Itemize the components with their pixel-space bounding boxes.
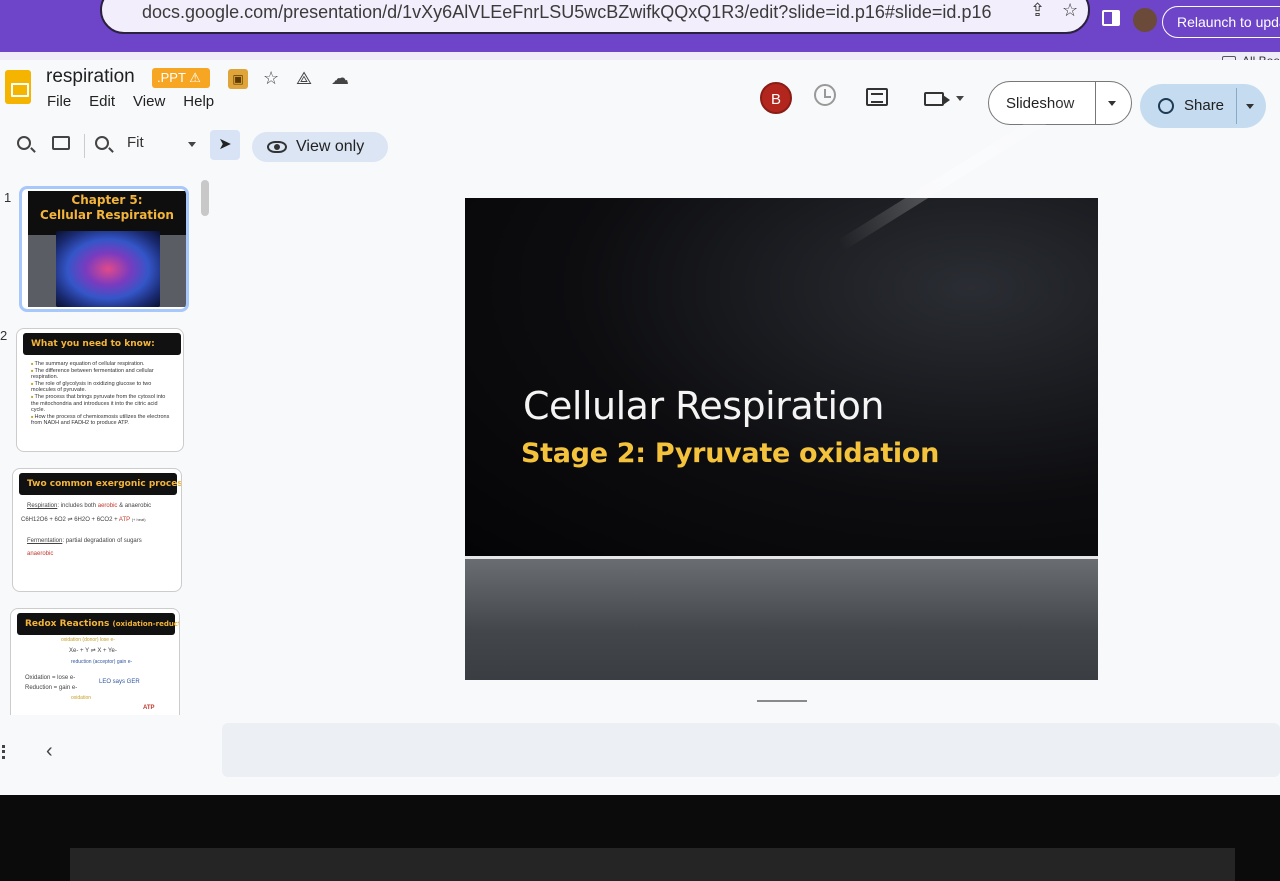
thumb-term: Fermentation [27, 538, 63, 544]
print-icon[interactable] [52, 136, 70, 150]
browser-toolbar: docs.google.com/presentation/d/1vXy6AlVL… [0, 0, 1280, 52]
laptop-hinge [70, 848, 1235, 881]
zoom-icon[interactable] [95, 136, 109, 150]
collapse-filmstrip-icon[interactable]: ‹ [46, 740, 53, 763]
thumb-line: LEO says GER [99, 679, 140, 685]
menu-bar: File Edit View Help [47, 93, 214, 110]
toolbar: Fit ➤ View only [0, 130, 1280, 164]
user-avatar[interactable]: B [760, 82, 792, 114]
slide-canvas[interactable]: Cellular Respiration Stage 2: Pyruvate o… [465, 198, 1098, 680]
meet-camera-icon[interactable] [924, 92, 950, 106]
toolbar-divider [84, 134, 85, 158]
zoom-dropdown-icon[interactable] [188, 142, 196, 147]
thumb-line: C6H12O6 + 6O2 ⇌ 6H2O + 6CO2 + ATP (+ hea… [21, 516, 146, 523]
thumb-heading-text: Redox Reactions [25, 619, 110, 629]
globe-icon [1158, 98, 1174, 114]
offline-icon[interactable]: ▣ [228, 69, 248, 89]
slide-thumbnail-4[interactable]: Redox Reactions (oxidation-reduction) ox… [10, 608, 180, 715]
thumb-text-red: ATP [118, 517, 131, 523]
version-history-icon[interactable] [814, 84, 836, 106]
search-icon[interactable] [17, 136, 31, 150]
thumb-text: : partial degradation of sugars [62, 538, 142, 544]
thumb-text: : includes both [57, 503, 97, 509]
slide-thumbnail-2[interactable]: What you need to know: The summary equat… [16, 328, 184, 452]
slide-thumbnail-3[interactable]: Two common exergonic processes: Respirat… [12, 468, 182, 592]
slide-subtitle: Stage 2: Pyruvate oxidation [521, 438, 940, 469]
thumb-heading: Two common exergonic processes: [19, 473, 181, 495]
view-only-button[interactable]: View only [252, 132, 388, 162]
thumb-line: Respiration: includes both aerobic & ana… [27, 503, 151, 509]
grid-view-icon[interactable] [2, 745, 10, 759]
thumb-line: oxidation [71, 695, 92, 701]
cloud-status-icon[interactable]: ☁ [331, 68, 349, 89]
thumb-line: anaerobic [27, 551, 54, 557]
thumb-title: Chapter 5: Cellular Respiration [28, 193, 186, 223]
zoom-select[interactable]: Fit [127, 134, 144, 151]
slide-title: Cellular Respiration [523, 384, 884, 428]
thumb-equation: C6H12O6 + 6O2 ⇌ 6H2O + 6CO2 + [21, 517, 118, 523]
browser-profile-avatar[interactable] [1133, 8, 1157, 32]
menu-help[interactable]: Help [183, 93, 214, 110]
share-divider [1236, 88, 1237, 124]
comments-icon[interactable] [866, 88, 888, 106]
thumb-line: Oxidation = lose e- [25, 675, 76, 681]
thumb-bullet: The role of glycolysis in oxidizing gluc… [31, 381, 171, 394]
slide-filmstrip[interactable]: 1 Chapter 5: Cellular Respiration 2 What… [0, 180, 215, 715]
thumb-line: Xe- + Y ⇌ X + Ye- [69, 648, 117, 654]
share-label: Share [1184, 97, 1225, 114]
menu-view[interactable]: View [133, 93, 165, 110]
thumb-bullet: The difference between fermentation and … [31, 368, 171, 381]
thumb-heading: What you need to know: [23, 333, 181, 355]
slide-number: 1 [4, 190, 12, 205]
thumb-text-red: aerobic [97, 503, 118, 509]
thumb-text: (+ heat) [131, 517, 146, 522]
relaunch-button[interactable]: Relaunch to upda [1162, 6, 1280, 38]
slide-footer-band [465, 559, 1098, 680]
slides-app: respiration .PPT ⚠ ▣ ☆ ⟁ ☁ File Edit Vie… [0, 60, 1280, 795]
eye-icon [267, 141, 287, 153]
star-icon[interactable]: ☆ [263, 68, 279, 89]
bookmark-star-icon[interactable]: ☆ [1062, 0, 1078, 21]
thumb-heading-suffix: (oxidation-reduction) [112, 620, 179, 628]
thumb-line: oxidation (donor) lose e- [61, 637, 115, 643]
thumb-term: Respiration [27, 503, 58, 509]
share-dropdown-icon[interactable] [1246, 104, 1254, 109]
filmstrip-scrollbar[interactable] [201, 180, 209, 216]
move-to-drive-icon[interactable]: ⟁ [296, 68, 312, 89]
slide-thumbnail-1[interactable]: Chapter 5: Cellular Respiration [19, 186, 189, 312]
thumb-line: reduction (acceptor) gain e- [71, 659, 133, 665]
thumb-line: Fermentation: partial degradation of sug… [27, 538, 142, 544]
speaker-notes-area[interactable] [222, 723, 1280, 777]
slide-number: 2 [0, 328, 8, 343]
view-only-label: View only [296, 138, 365, 155]
thumb-bullets: The summary equation of cellular respira… [31, 361, 171, 427]
thumb-heading: Redox Reactions (oxidation-reduction) [17, 613, 179, 635]
thumb-line: Reduction = gain e- [25, 685, 78, 691]
doc-title[interactable]: respiration [46, 66, 135, 88]
ppt-format-badge[interactable]: .PPT ⚠ [152, 68, 210, 88]
side-panel-icon[interactable] [1102, 10, 1120, 26]
menu-file[interactable]: File [47, 93, 71, 110]
thumb-bullet: How the process of chemiosmosis utilizes… [31, 414, 171, 427]
url-text[interactable]: docs.google.com/presentation/d/1vXy6AlVL… [142, 2, 991, 23]
thumb-bullet: The summary equation of cellular respira… [31, 361, 171, 368]
slideshow-dropdown-icon[interactable] [1108, 101, 1116, 106]
slides-logo-icon[interactable] [5, 70, 31, 104]
thumb-atp-burst: ATP [143, 705, 155, 711]
share-page-icon[interactable]: ⇪ [1030, 0, 1045, 21]
thumb-bullet: The process that brings pyruvate from th… [31, 394, 171, 414]
thumb-text: & anaerobic [119, 503, 152, 509]
address-bar[interactable]: docs.google.com/presentation/d/1vXy6AlVL… [100, 0, 1090, 34]
select-tool-icon[interactable]: ➤ [210, 130, 240, 160]
thumb-title-line: Chapter 5: Cellular Respiration [40, 193, 174, 222]
menu-edit[interactable]: Edit [89, 93, 115, 110]
notes-resize-handle[interactable] [757, 700, 807, 702]
mitochondria-image [56, 231, 160, 307]
share-button[interactable]: Share [1140, 84, 1266, 128]
slide-background [465, 198, 1098, 556]
meet-dropdown-icon[interactable] [956, 96, 964, 101]
